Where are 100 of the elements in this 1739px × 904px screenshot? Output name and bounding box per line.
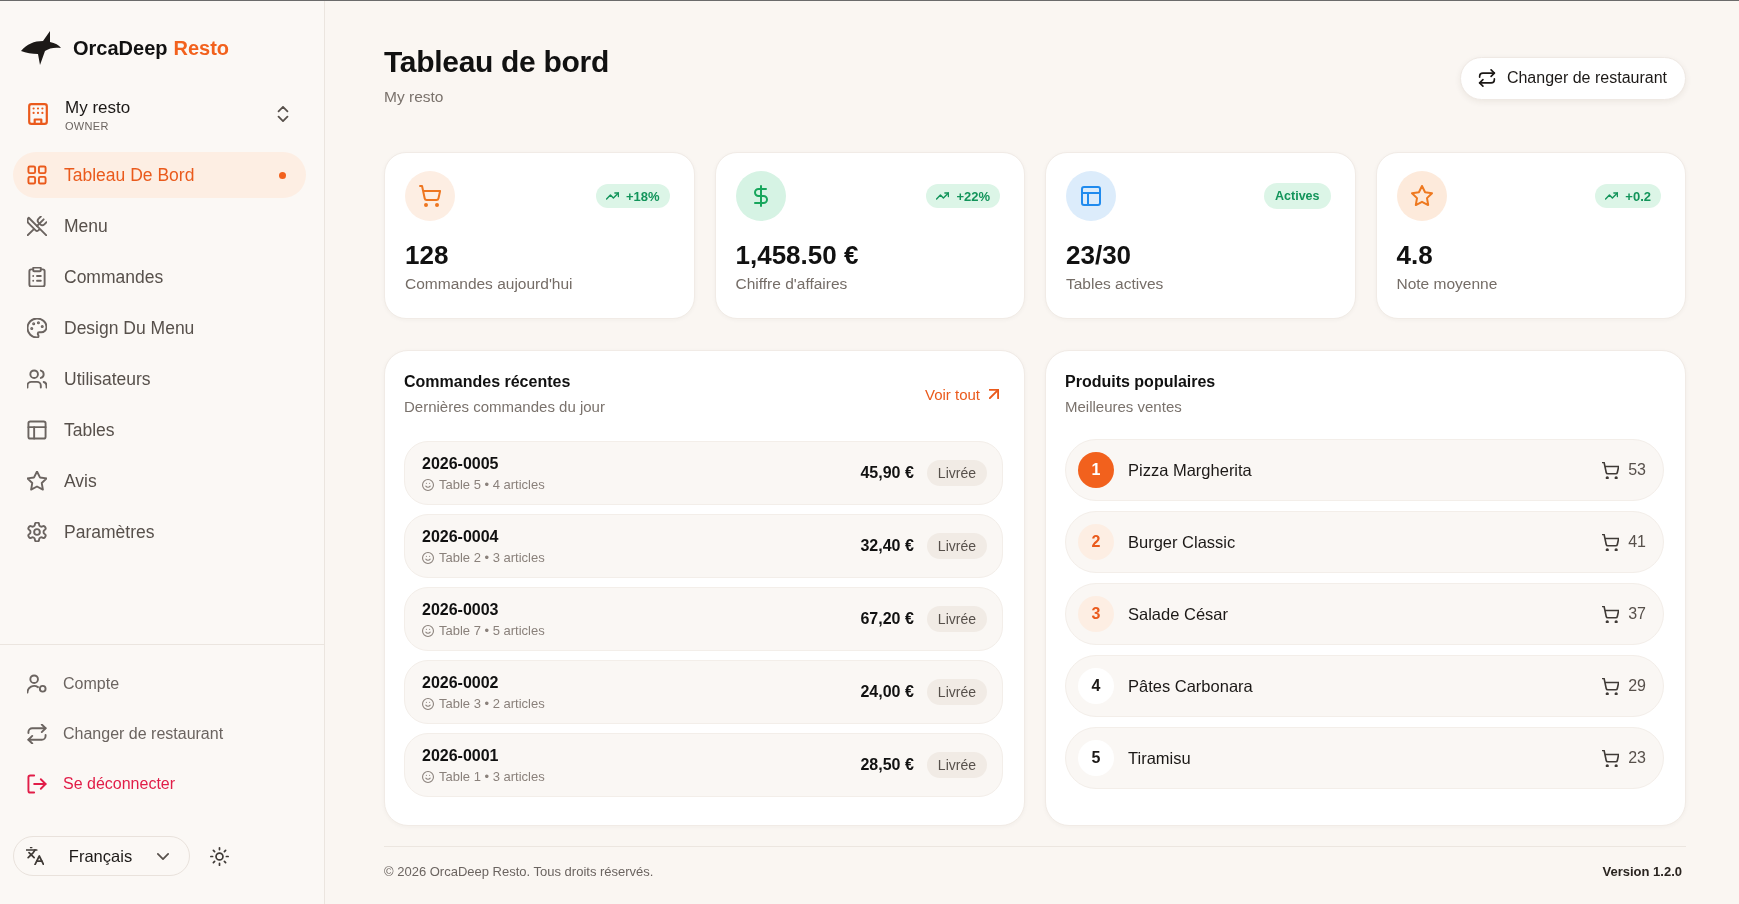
nav-item[interactable]: Menu — [13, 203, 306, 249]
order-row[interactable]: 2026-0004 Table 2 • 3 articles 32,40 € Livrée — [404, 514, 1003, 578]
smiley-icon — [422, 478, 434, 491]
smiley-icon — [422, 624, 434, 637]
nav-item[interactable]: Paramètres — [13, 509, 306, 555]
cart-icon — [1602, 605, 1620, 623]
restaurant-switcher[interactable]: My resto OWNER — [13, 89, 306, 139]
order-row[interactable]: 2026-0002 Table 3 • 2 articles 24,00 € Livrée — [404, 660, 1003, 724]
order-id: 2026-0002 — [422, 673, 500, 693]
product-name: Tiramisu — [1128, 748, 1191, 768]
sidebar-link[interactable]: Compte — [13, 662, 134, 706]
chevrons-up-down-icon — [277, 106, 289, 122]
panel-subtitle: Meilleures ventes — [1065, 397, 1183, 417]
order-amount: 32,40 € — [860, 537, 914, 555]
order-id: 2026-0004 — [422, 527, 500, 547]
smiley-icon — [422, 770, 434, 783]
cart-icon — [1602, 677, 1620, 695]
trend-up-icon — [1605, 192, 1619, 200]
sales-count: 41 — [1628, 533, 1646, 551]
arrow-up-right-icon — [989, 389, 999, 399]
order-details: Table 3 • 2 articles — [439, 696, 545, 711]
sales-count: 53 — [1628, 461, 1646, 479]
nav-item[interactable]: Commandes — [13, 254, 306, 300]
stat-value: 4.8 — [1396, 240, 1434, 270]
cart-icon — [1602, 749, 1620, 767]
stat-value: 128 — [405, 240, 450, 270]
swap-icon — [27, 724, 47, 744]
users-icon — [27, 369, 47, 389]
cart-icon — [1602, 533, 1620, 551]
view-all-link[interactable]: Voir tout — [924, 385, 999, 403]
clipboard-icon — [27, 267, 47, 287]
star-icon — [27, 471, 47, 491]
stat-label: Commandes aujourd'hui — [405, 274, 574, 294]
rank-number: 4 — [1078, 668, 1114, 704]
panel-subtitle: Dernières commandes du jour — [404, 397, 605, 417]
product-name: Burger Classic — [1128, 532, 1236, 552]
order-row[interactable]: 2026-0003 Table 7 • 5 articles 67,20 € Livrée — [404, 587, 1003, 651]
order-id: 2026-0005 — [422, 454, 500, 474]
order-amount: 67,20 € — [860, 610, 914, 628]
order-amount: 28,50 € — [860, 756, 914, 774]
trend-badge: +0.2 — [1595, 184, 1661, 208]
switch-restaurant-button[interactable]: Changer de restaurant — [1459, 56, 1686, 100]
status-badge: Livrée — [926, 533, 987, 559]
status-badge: Actives — [1264, 183, 1331, 209]
stat-label: Tables actives — [1066, 274, 1165, 294]
utensils-icon — [27, 216, 47, 236]
product-name: Pizza Margherita — [1128, 460, 1252, 480]
product-name: Pâtes Carbonara — [1128, 676, 1253, 696]
grid-icon — [27, 165, 47, 185]
smiley-icon — [422, 551, 434, 564]
sales-count: 37 — [1628, 605, 1646, 623]
page-title: Tableau de bord — [384, 44, 609, 80]
rank-number: 1 — [1078, 452, 1114, 488]
stat-value: 1,458.50 € — [735, 240, 860, 270]
order-amount: 24,00 € — [860, 683, 914, 701]
copyright-text: © 2026 OrcaDeep Resto. Tous droits réservés. — [384, 864, 654, 880]
trend-up-icon — [605, 192, 619, 200]
brand-name: OrcaDeep — [73, 36, 168, 60]
order-details: Table 1 • 3 articles — [439, 769, 545, 784]
stat-value: 23/30 — [1066, 240, 1133, 270]
product-name: Salade César — [1128, 604, 1228, 624]
rank-number: 2 — [1078, 524, 1114, 560]
nav-item[interactable]: Design Du Menu — [13, 305, 306, 351]
building-icon — [27, 103, 49, 125]
sales-count: 23 — [1628, 749, 1646, 767]
order-row[interactable]: 2026-0001 Table 1 • 3 articles 28,50 € Livrée — [404, 733, 1003, 797]
order-id: 2026-0001 — [422, 746, 500, 766]
order-amount: 45,90 € — [860, 464, 914, 482]
language-select[interactable]: Français — [13, 836, 190, 876]
nav-item[interactable]: Utilisateurs — [13, 356, 306, 402]
status-badge: Livrée — [926, 752, 987, 778]
sun-icon[interactable] — [210, 846, 229, 866]
chevron-down-icon — [157, 852, 169, 860]
palette-icon — [27, 318, 47, 338]
stat-label: Chiffre d'affaires — [735, 274, 849, 294]
nav-item[interactable]: Tables — [13, 407, 306, 453]
swap-icon — [1477, 69, 1496, 87]
cart-icon — [1602, 461, 1620, 479]
trend-up-icon — [936, 192, 950, 200]
nav-item[interactable]: Avis — [13, 458, 306, 504]
smiley-icon — [422, 697, 434, 710]
logout-icon — [27, 774, 47, 794]
order-details: Table 7 • 5 articles — [439, 623, 545, 638]
order-id: 2026-0003 — [422, 600, 500, 620]
panel-title: Commandes récentes — [404, 372, 572, 392]
trend-badge: +18% — [595, 184, 670, 208]
stat-label: Note moyenne — [1396, 274, 1499, 294]
sidebar-link[interactable]: Changer de restaurant — [13, 712, 238, 756]
panel-title: Produits populaires — [1065, 372, 1216, 392]
page-subtitle: My resto — [384, 87, 445, 107]
status-badge: Livrée — [926, 606, 987, 632]
order-row[interactable]: 2026-0005 Table 5 • 4 articles 45,90 € Livrée — [404, 441, 1003, 505]
active-dot-icon — [279, 171, 286, 179]
trend-badge: +22% — [926, 184, 1000, 208]
rank-number: 5 — [1078, 740, 1114, 776]
order-details: Table 2 • 3 articles — [439, 550, 545, 565]
status-badge: Livrée — [926, 460, 987, 486]
logo-icon — [20, 30, 62, 66]
logout-link[interactable]: Se déconnecter — [13, 762, 190, 806]
user-icon — [27, 674, 47, 694]
